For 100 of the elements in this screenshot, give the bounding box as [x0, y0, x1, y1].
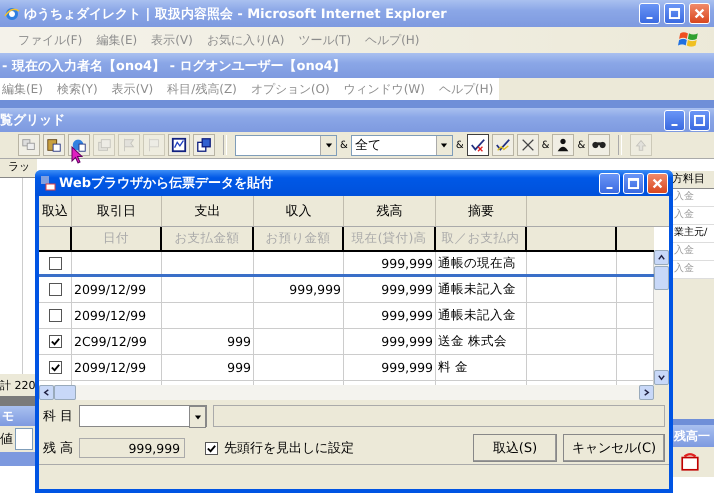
row-checkbox[interactable]	[48, 361, 62, 374]
table-cell: 999	[162, 355, 254, 380]
import-button[interactable]: 取込(S)	[473, 434, 557, 462]
globe-icon[interactable]	[68, 134, 90, 156]
input-field[interactable]	[15, 428, 33, 450]
table-cell: 通帳未記入金	[436, 303, 527, 328]
clipboard-icon[interactable]	[43, 134, 65, 156]
caret-icon	[194, 414, 202, 420]
table-cell: 料 金	[436, 355, 527, 380]
menu-item[interactable]: 編集(E)	[2, 80, 43, 98]
binoculars-icon[interactable]	[588, 134, 610, 156]
check-icon[interactable]	[492, 134, 514, 156]
app-icon	[40, 175, 56, 191]
scroll-right-icon	[642, 388, 651, 397]
minimize-icon	[606, 186, 613, 188]
menu-item[interactable]: 編集(E)	[96, 32, 138, 48]
minimize-icon	[671, 124, 678, 126]
table-cell: 999,999	[344, 355, 436, 380]
window-title: Webブラウザから伝票データを貼付	[59, 174, 273, 192]
table-cell: 送金 株式会	[436, 329, 527, 354]
splitter-bar	[672, 419, 714, 425]
filter-dropdown[interactable]	[235, 134, 337, 156]
column-header: 方料目	[672, 171, 714, 189]
chart-icon[interactable]	[168, 134, 190, 156]
close-icon	[651, 176, 664, 190]
maximize-icon	[627, 176, 640, 190]
column-header: ラッ	[0, 159, 37, 178]
vertical-scrollbar[interactable]	[654, 250, 669, 385]
calendar-icon[interactable]	[680, 452, 700, 472]
scroll-thumb[interactable]	[654, 266, 669, 290]
close-button[interactable]	[647, 172, 668, 194]
cancel-button[interactable]: キャンセル(C)	[563, 434, 665, 462]
panel-title: 残高一	[672, 425, 714, 447]
menu-item[interactable]: ウィンドウ(W)	[344, 80, 425, 98]
column-header: 取引日	[72, 196, 162, 226]
table-cell: 999,999	[344, 252, 436, 274]
joiner-text: &	[542, 140, 550, 150]
checkbox-label: 先頭行を見出しに設定	[224, 440, 354, 457]
column-header: 摘要	[436, 196, 527, 226]
menu-item[interactable]: ヘルプ(H)	[438, 80, 494, 98]
cursor-icon	[71, 146, 83, 164]
table-cell: 999,999	[344, 277, 436, 302]
menu-item[interactable]: ツール(T)	[298, 32, 352, 48]
filter-dropdown[interactable]: 全て	[350, 134, 453, 156]
close-icon	[693, 7, 706, 20]
window-title: 覧グリッド	[0, 112, 65, 129]
balance-field: 999,999	[79, 438, 186, 458]
panel-title-bar	[0, 452, 37, 466]
maximize-icon	[693, 114, 706, 126]
column-subheader: お預り金額	[254, 227, 344, 250]
person-icon[interactable]	[552, 134, 574, 156]
menu-item[interactable]: 表示(V)	[151, 32, 193, 48]
table-cell: 999,999	[344, 329, 436, 354]
browser-logo-icon	[4, 6, 20, 22]
row-checkbox[interactable]	[48, 309, 62, 322]
maximize-button[interactable]	[623, 172, 644, 194]
scroll-thumb[interactable]	[54, 385, 76, 400]
maximize-icon	[668, 7, 681, 20]
field-label: 値	[0, 431, 13, 448]
row-checkbox[interactable]	[48, 335, 62, 348]
menu-item[interactable]: オプション(O)	[250, 80, 330, 98]
table-cell: 999	[162, 329, 254, 354]
horizontal-scrollbar[interactable]	[39, 385, 654, 400]
field-label: 残 高	[43, 440, 74, 457]
total-count: 計 220	[0, 378, 36, 394]
scroll-up-icon	[657, 253, 666, 262]
scroll-down-icon	[657, 373, 666, 382]
joiner-text: &	[577, 140, 586, 150]
column-header: 残高	[344, 196, 436, 226]
table-cell: 2099/12/99	[72, 303, 162, 328]
column-header: 収入	[254, 196, 344, 226]
window-title: - 現在の入力者名【ono4】 - ログオンユーザー【ono4】	[2, 58, 346, 74]
column-header: 取込	[39, 196, 72, 226]
table-cell: 999,999	[344, 303, 436, 328]
menu-item[interactable]: 検索(Y)	[56, 80, 98, 98]
checkbox[interactable]	[205, 442, 218, 454]
table-cell: 2099/12/99	[72, 355, 162, 380]
table-cell: 通帳の現在高	[436, 252, 527, 274]
row-checkbox[interactable]	[48, 256, 62, 270]
menu-item[interactable]: ヘルプ(H)	[365, 32, 420, 48]
column-subheader: 日付	[72, 227, 162, 250]
cross-icon[interactable]	[516, 134, 539, 156]
table-cell: 999,999	[254, 277, 344, 302]
joiner-text: &	[340, 140, 348, 150]
column-subheader: 取／お支払内	[436, 227, 527, 250]
row-checkbox[interactable]	[48, 283, 62, 296]
menu-item[interactable]: 表示(V)	[112, 80, 154, 98]
minimize-icon	[646, 17, 653, 19]
caret-icon	[440, 142, 448, 148]
check-icon[interactable]	[466, 134, 489, 156]
minimize-button[interactable]	[599, 172, 620, 194]
account-dropdown[interactable]	[79, 405, 208, 427]
table-cell: 2C99/12/99	[72, 329, 162, 354]
menu-item[interactable]: ファイル(F)	[18, 32, 82, 48]
windows-icon[interactable]	[193, 134, 215, 156]
scroll-left-icon	[42, 388, 51, 397]
menu-item[interactable]: 科目/残高(Z)	[167, 80, 237, 98]
joiner-text: &	[456, 140, 464, 150]
menu-item[interactable]: お気に入り(A)	[206, 32, 284, 48]
table-cell: 2099/12/99	[72, 277, 162, 302]
